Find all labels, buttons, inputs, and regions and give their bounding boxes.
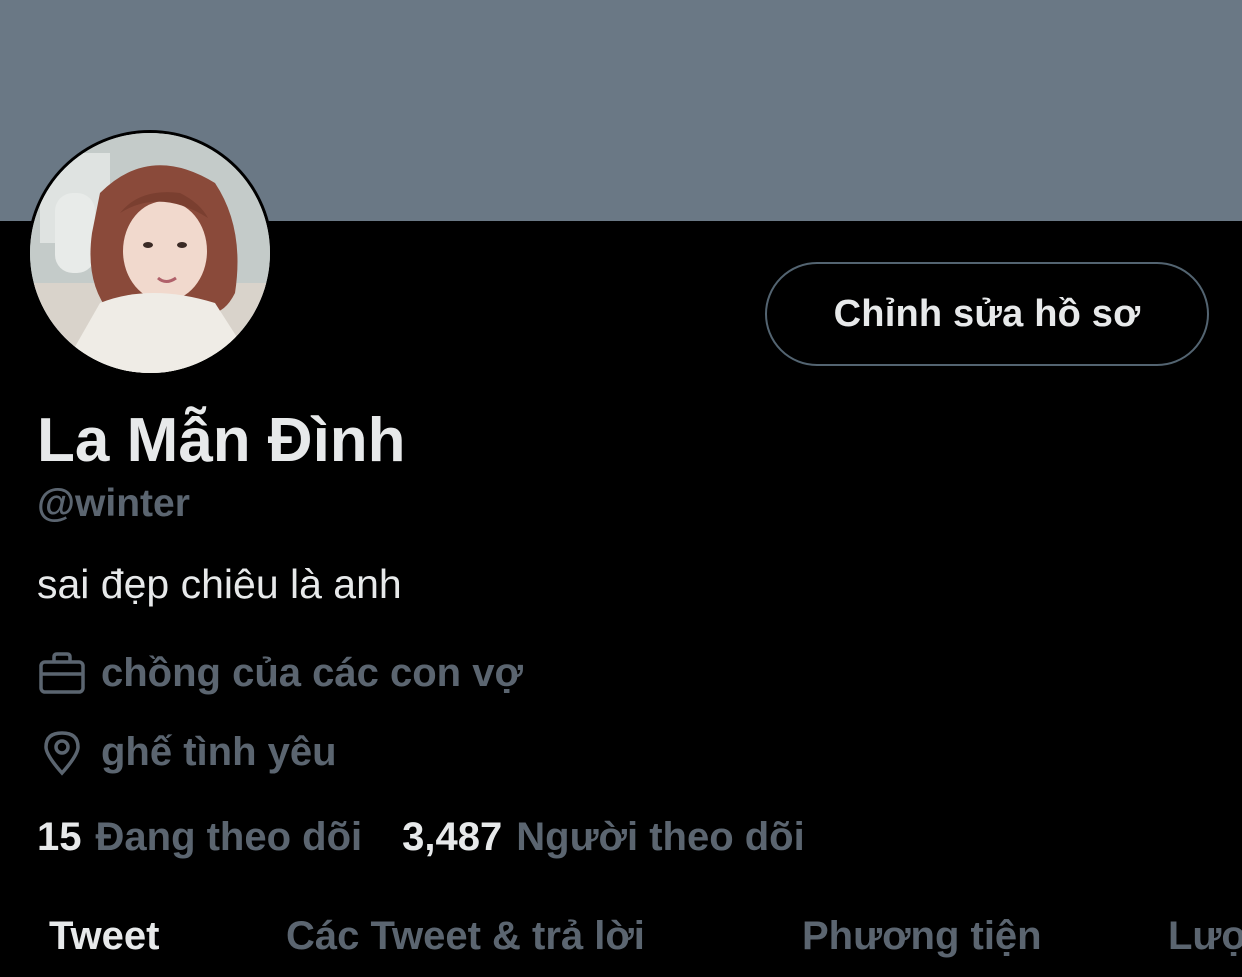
tab-tweets[interactable]: Tweet <box>49 905 159 967</box>
tab-media[interactable]: Phương tiện <box>802 905 1042 967</box>
tab-likes[interactable]: Lượt thích <box>1168 905 1242 967</box>
profile-location-text: ghế tình yêu <box>101 729 337 774</box>
profile-tabs: Tweet Các Tweet & trả lời Phương tiện Lư… <box>0 905 1242 977</box>
profile-handle: @winter <box>37 482 190 525</box>
following-label: Đang theo dõi <box>95 815 363 859</box>
followers-link[interactable]: 3,487 Người theo dõi <box>402 815 805 860</box>
profile-location-row: ghế tình yêu <box>37 727 337 777</box>
profile-work-row: chồng của các con vợ <box>37 648 523 698</box>
profile-work-text: chồng của các con vợ <box>101 650 523 695</box>
followers-label: Người theo dõi <box>516 815 805 859</box>
location-pin-icon <box>37 727 87 777</box>
profile-avatar[interactable] <box>27 130 273 376</box>
profile-bio: sai đẹp chiêu là anh <box>37 561 402 607</box>
followers-count: 3,487 <box>402 815 503 859</box>
edit-profile-button[interactable]: Chỉnh sửa hồ sơ <box>765 262 1209 366</box>
briefcase-icon <box>37 648 87 698</box>
following-count: 15 <box>37 815 82 859</box>
following-link[interactable]: 15 Đang theo dõi <box>37 815 362 860</box>
avatar-photo <box>30 133 270 373</box>
avatar-illustration <box>30 133 270 373</box>
follow-stats: 15 Đang theo dõi 3,487 Người theo dõi <box>37 815 805 860</box>
tab-tweets-replies[interactable]: Các Tweet & trả lời <box>286 905 645 967</box>
profile-name: La Mẫn Đình <box>37 406 406 475</box>
